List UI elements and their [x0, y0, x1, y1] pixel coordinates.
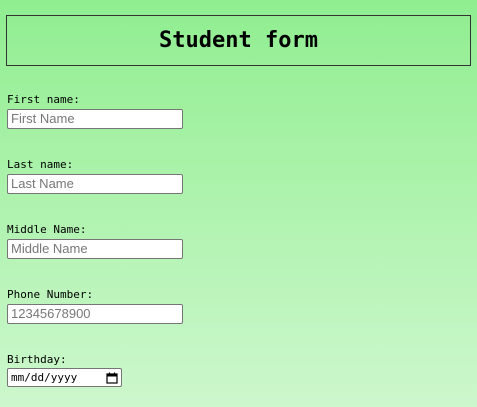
- birthday-label: Birthday:: [7, 353, 67, 366]
- middle-name-group: Middle Name:: [7, 223, 183, 259]
- phone-number-input[interactable]: [7, 303, 183, 324]
- middle-name-input[interactable]: [7, 238, 183, 259]
- birthday-date-value: mm/dd/yyyy: [11, 371, 78, 384]
- phone-number-group: Phone Number:: [7, 288, 183, 324]
- page-title: Student form: [159, 28, 318, 53]
- first-name-group: First name:: [7, 93, 183, 129]
- first-name-label: First name:: [7, 93, 80, 106]
- calendar-icon[interactable]: [106, 372, 118, 384]
- first-name-input[interactable]: [7, 108, 183, 129]
- form-header: Student form: [6, 15, 471, 66]
- last-name-group: Last name:: [7, 158, 183, 194]
- phone-number-label: Phone Number:: [7, 288, 94, 301]
- middle-name-label: Middle Name:: [7, 223, 87, 236]
- birthday-date-input[interactable]: mm/dd/yyyy: [7, 368, 122, 387]
- birthday-group: Birthday: mm/dd/yyyy: [7, 353, 122, 387]
- last-name-input[interactable]: [7, 173, 183, 194]
- last-name-label: Last name:: [7, 158, 74, 171]
